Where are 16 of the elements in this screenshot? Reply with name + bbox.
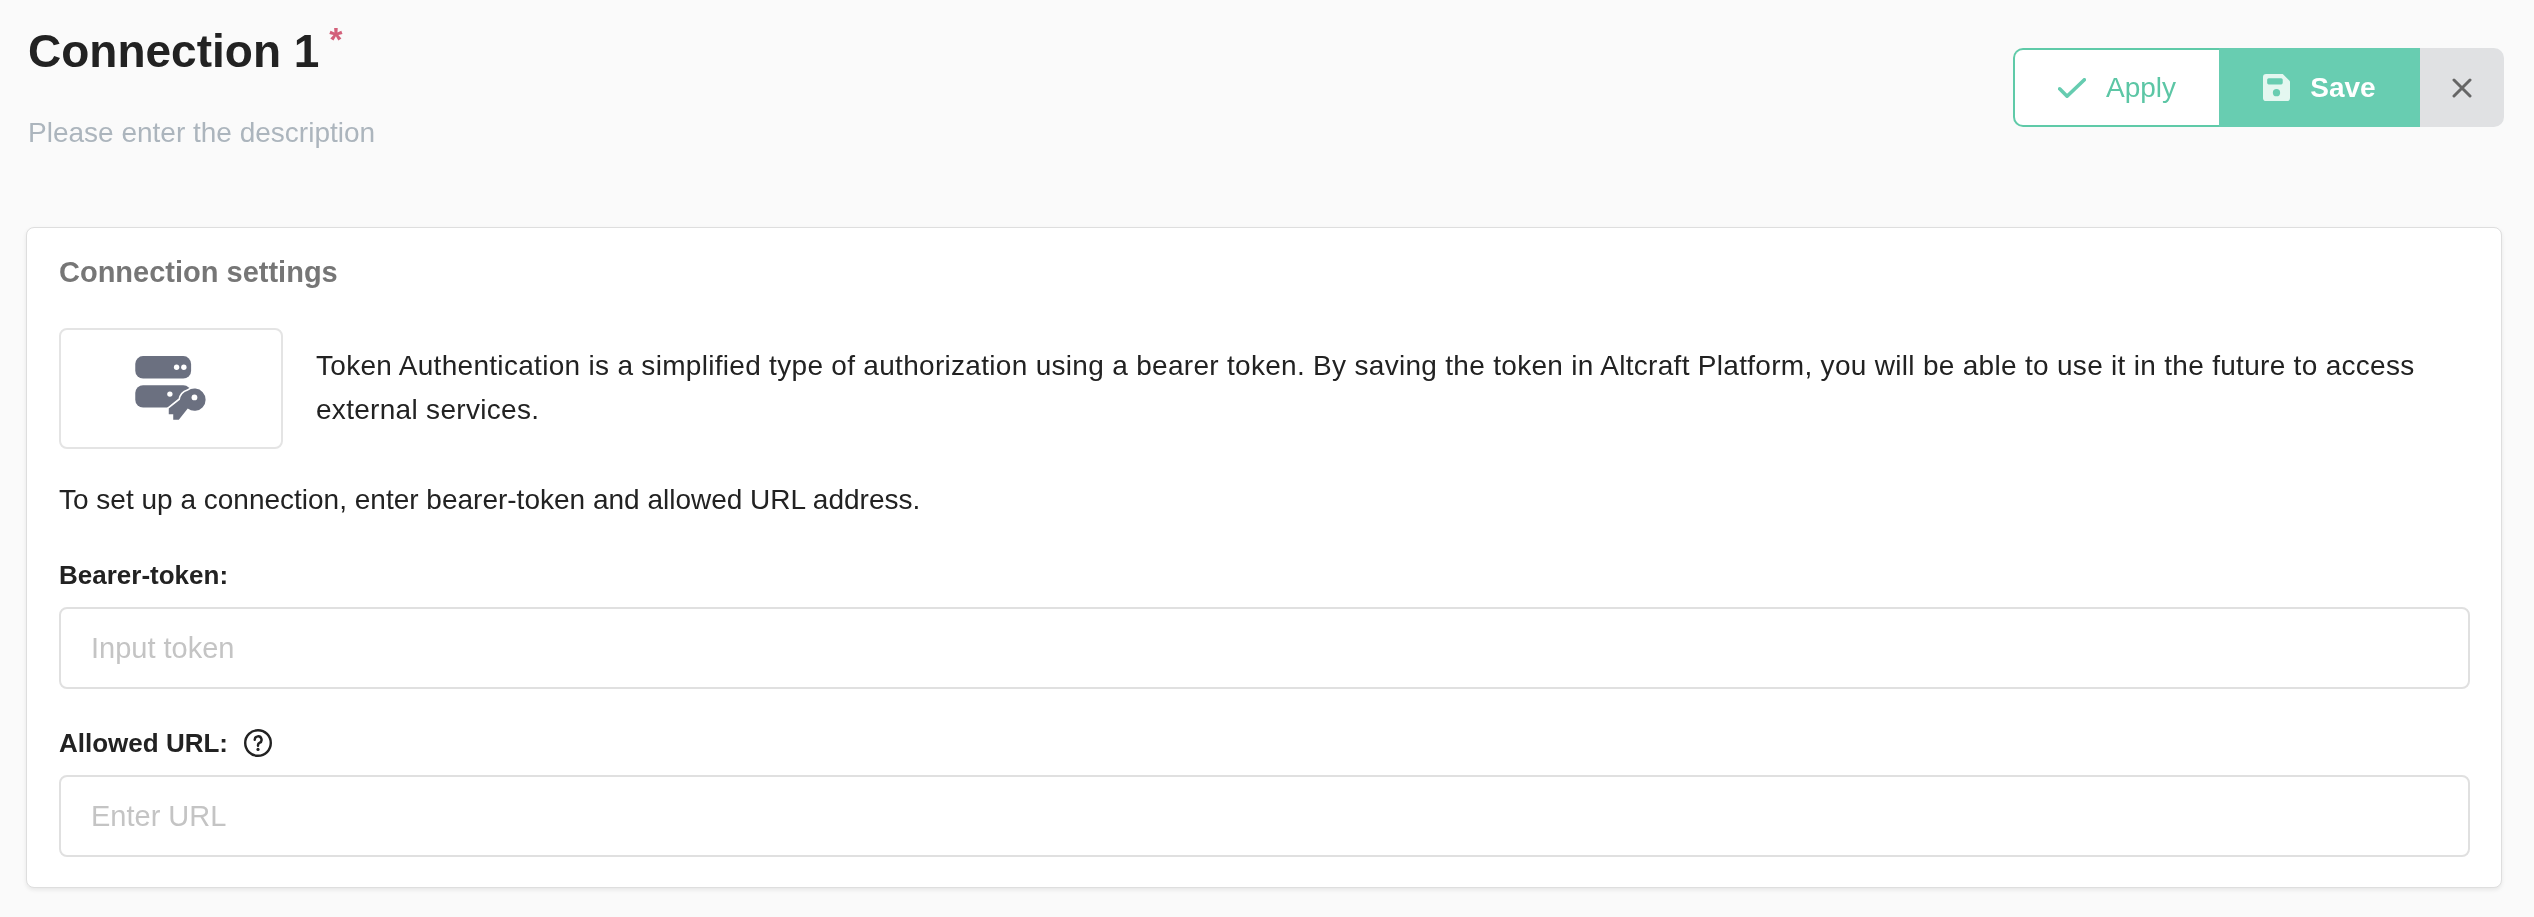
field-label: Bearer-token:: [59, 559, 229, 591]
instruction-text: To set up a connection, enter bearer-token and allowed URL address.: [59, 483, 922, 517]
save-button[interactable]: Save: [2219, 48, 2420, 127]
field-label: Allowed URL:: [59, 727, 228, 759]
page-title: Connection 1: [28, 24, 320, 79]
help-icon[interactable]: [244, 729, 272, 757]
text-input-field[interactable]: Input token: [59, 607, 2470, 689]
required-mark: *: [329, 22, 343, 56]
description-field[interactable]: Please enter the description: [28, 116, 408, 150]
server-key-icon: [59, 328, 283, 449]
text-input-field[interactable]: Enter URL: [59, 775, 2470, 857]
close-icon: [2452, 77, 2472, 98]
intro-text: Token Authentication is a simplified type of authorization using a bearer token. By saving the token in Altcraft Platform, you will be able to use it in the future to access external services.: [316, 349, 2416, 427]
apply-button[interactable]: Apply: [2013, 48, 2219, 127]
check-icon: [2057, 77, 2086, 98]
card-title: Connection settings: [59, 255, 339, 290]
